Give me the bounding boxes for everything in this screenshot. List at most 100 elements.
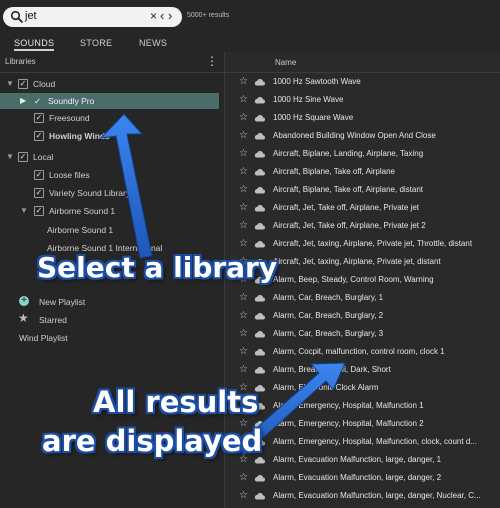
expand-triangle-icon[interactable]: ▼: [20, 206, 28, 215]
cloud-icon: [254, 474, 265, 482]
star-icon[interactable]: ☆: [239, 221, 248, 231]
name-column-header[interactable]: Name: [225, 52, 500, 73]
result-row[interactable]: ☆ Aircraft, Jet, Take off, Airplane, Priv…: [225, 199, 500, 217]
result-name: Alarm, Car, Breach, Burglary, 3: [273, 329, 384, 338]
new-playlist-button[interactable]: New Playlist: [39, 297, 85, 307]
star-icon[interactable]: ☆: [239, 329, 248, 339]
select-library-annotation: Select a library: [37, 251, 278, 284]
result-row[interactable]: ☆ Aircraft, Biplane, Take off, Airplane: [225, 163, 500, 181]
tree-node-freesound[interactable]: ✓ Freesound: [0, 110, 224, 126]
star-icon[interactable]: ☆: [239, 239, 248, 249]
result-row[interactable]: ☆ Aircraft, Biplane, Take off, Airplane, …: [225, 181, 500, 199]
checkbox-icon[interactable]: ✓: [34, 188, 44, 198]
result-row[interactable]: ☆ Aircraft, Biplane, Landing, Airplane, T…: [225, 145, 500, 163]
history-nav-icons[interactable]: ‹ ›: [160, 8, 172, 23]
result-name: Aircraft, Jet, Take off, Airplane, Priva…: [273, 221, 426, 230]
checkbox-icon[interactable]: ✓: [34, 206, 44, 216]
result-row[interactable]: ☆ Alarm, Car, Breach, Burglary, 3: [225, 325, 500, 343]
result-row[interactable]: ☆ 1000 Hz Sawtooth Wave: [225, 73, 500, 91]
tree-node-loose-files[interactable]: ✓ Loose files: [0, 167, 224, 183]
star-icon[interactable]: ☆: [239, 491, 248, 501]
checkbox-icon[interactable]: ✓: [34, 170, 44, 180]
result-row[interactable]: ☆ Aircraft, Jet, Take off, Airplane, Priv…: [225, 217, 500, 235]
starred-playlist[interactable]: Starred: [39, 315, 67, 325]
result-name: Alarm, Emergency, Hospital, Malfunction …: [273, 401, 424, 410]
result-name: Alarm, Evacuation Malfunction, large, da…: [273, 491, 481, 500]
star-icon[interactable]: ☆: [239, 365, 248, 375]
tab-news[interactable]: NEWS: [139, 38, 167, 48]
result-row[interactable]: ☆ Alarm, Electronic Clock Alarm: [225, 379, 500, 397]
result-row[interactable]: ☆ Alarm, Emergency, Hospital, Malfunction…: [225, 415, 500, 433]
cloud-icon: [254, 186, 265, 194]
expand-triangle-icon[interactable]: ▼: [6, 152, 14, 161]
search-field[interactable]: jet × ‹ ›: [3, 7, 182, 27]
result-row[interactable]: ☆ Alarm, Emergency, Hospital, Malfunction…: [225, 433, 500, 451]
star-icon[interactable]: ☆: [239, 77, 248, 87]
cloud-icon: [254, 366, 265, 374]
add-playlist-icon[interactable]: +: [19, 296, 29, 306]
collapse-triangle-icon[interactable]: ▶: [20, 96, 26, 105]
tree-node-howling-winds[interactable]: ✓ Howling Winds: [0, 128, 224, 144]
tab-store[interactable]: STORE: [80, 38, 112, 48]
result-name: Aircraft, Biplane, Landing, Airplane, Ta…: [273, 149, 424, 158]
result-name: Aircraft, Jet, taxing, Airplane, Private…: [273, 257, 441, 266]
star-icon: ★: [18, 311, 29, 325]
search-input[interactable]: jet: [25, 10, 37, 22]
cloud-icon: [254, 222, 265, 230]
result-name: Alarm, Breach, Sci-fi, Dark, Short: [273, 365, 391, 374]
main-tabs: SOUNDS STORE NEWS: [0, 36, 500, 52]
star-icon[interactable]: ☆: [239, 149, 248, 159]
result-row[interactable]: ☆ 1000 Hz Square Wave: [225, 109, 500, 127]
result-row[interactable]: ☆ Alarm, Evacuation Malfunction, large, d…: [225, 469, 500, 487]
libraries-header: Libraries ⋮: [0, 52, 224, 73]
star-icon[interactable]: ☆: [239, 95, 248, 105]
result-row[interactable]: ☆ Alarm, Car, Breach, Burglary, 2: [225, 307, 500, 325]
result-name: Alarm, Beep, Steady, Control Room, Warni…: [273, 275, 434, 284]
result-row[interactable]: ☆ Alarm, Cocpit, malfunction, control roo…: [225, 343, 500, 361]
all-results-annotation-line1: All results: [93, 385, 259, 419]
tree-node-variety-sound-library[interactable]: ✓ Variety Sound Library: [0, 185, 224, 201]
tree-node-cloud[interactable]: ▼ ✓ Cloud: [0, 76, 224, 92]
tab-sounds[interactable]: SOUNDS: [14, 38, 55, 51]
result-row[interactable]: ☆ Alarm, Evacuation Malfunction, large, d…: [225, 451, 500, 469]
checkbox-icon[interactable]: ✓: [34, 113, 44, 123]
checkbox-icon[interactable]: ✓: [18, 79, 28, 89]
result-row[interactable]: ☆ Alarm, Breach, Sci-fi, Dark, Short: [225, 361, 500, 379]
star-icon[interactable]: ☆: [239, 131, 248, 141]
star-icon[interactable]: ☆: [239, 185, 248, 195]
star-icon[interactable]: ☆: [239, 167, 248, 177]
kebab-menu-icon[interactable]: ⋮: [206, 54, 218, 68]
cloud-icon: [254, 294, 265, 302]
checkbox-icon[interactable]: ✓: [18, 152, 28, 162]
star-icon[interactable]: ☆: [239, 293, 248, 303]
result-name: Aircraft, Jet, taxing, Airplane, Private…: [273, 239, 473, 248]
cloud-icon: [254, 78, 265, 86]
result-row[interactable]: ☆ Alarm, Car, Breach, Burglary, 1: [225, 289, 500, 307]
star-icon[interactable]: ☆: [239, 347, 248, 357]
wind-playlist[interactable]: Wind Playlist: [19, 333, 68, 343]
result-row[interactable]: ☆ Alarm, Evacuation Malfunction, large, d…: [225, 487, 500, 505]
star-icon[interactable]: ☆: [239, 473, 248, 483]
checkbox-icon[interactable]: ✓: [34, 131, 44, 141]
result-name: Alarm, Electronic Clock Alarm: [273, 383, 379, 392]
expand-triangle-icon[interactable]: ▼: [6, 79, 14, 88]
cloud-icon: [254, 330, 265, 338]
tree-node-airborne-sound-1-child[interactable]: Airborne Sound 1: [0, 222, 224, 238]
star-icon[interactable]: ☆: [239, 203, 248, 213]
result-row[interactable]: ☆ Abandoned Building Window Open And Clos…: [225, 127, 500, 145]
tree-node-airborne-sound-1[interactable]: ▼ ✓ Airborne Sound 1: [0, 203, 224, 219]
clear-search-icon[interactable]: ×: [150, 9, 157, 23]
star-icon[interactable]: ☆: [239, 311, 248, 321]
result-row[interactable]: ☆ Alarm, Emergency, Hospital, Malfunction…: [225, 397, 500, 415]
tree-node-soundly-pro[interactable]: ▶ ✓ Soundly Pro: [0, 93, 224, 109]
result-name: 1000 Hz Sawtooth Wave: [273, 77, 361, 86]
result-name: Alarm, Cocpit, malfunction, control room…: [273, 347, 445, 356]
result-row[interactable]: ☆ 1000 Hz Sine Wave: [225, 91, 500, 109]
star-icon[interactable]: ☆: [239, 113, 248, 123]
cloud-icon: [254, 168, 265, 176]
checkmark-icon[interactable]: ✓: [34, 96, 41, 107]
result-name: Aircraft, Jet, Take off, Airplane, Priva…: [273, 203, 419, 212]
cloud-icon: [254, 150, 265, 158]
cloud-icon: [254, 492, 265, 500]
tree-node-local[interactable]: ▼ ✓ Local: [0, 149, 224, 165]
